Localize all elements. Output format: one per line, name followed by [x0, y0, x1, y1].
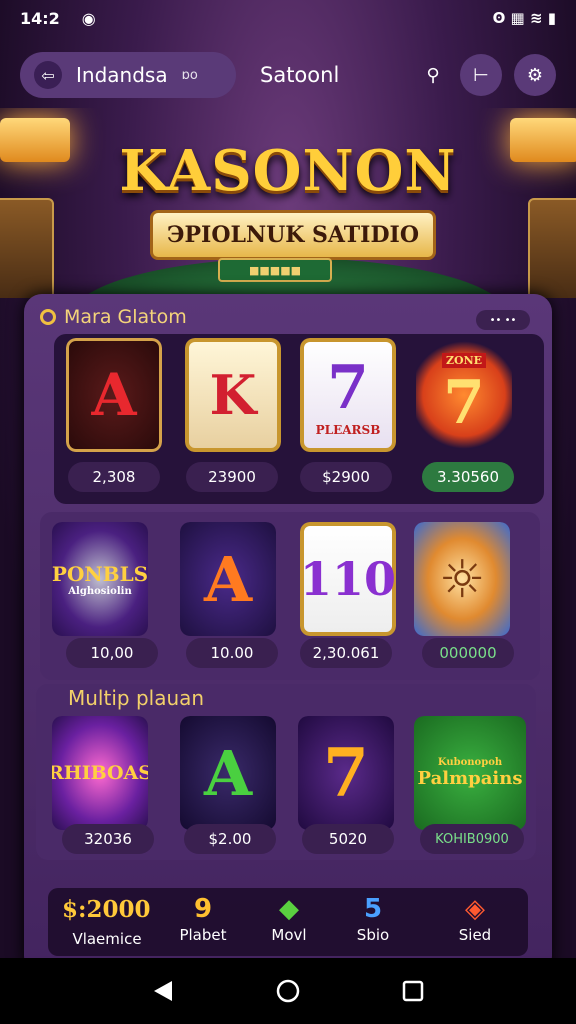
- tile-glyph: 110: [300, 522, 396, 636]
- notification-icon: ◉: [81, 8, 96, 28]
- tile-price: 10.00: [186, 638, 278, 668]
- home-icon[interactable]: [268, 971, 308, 1011]
- tile-glyph: A: [180, 716, 276, 830]
- menu-label: Indandsa: [76, 63, 168, 87]
- tile-glyph: Palmpains: [417, 768, 523, 789]
- game-tile-k[interactable]: K: [185, 338, 281, 452]
- page-indicator[interactable]: •• ••: [476, 310, 530, 330]
- tools-icon[interactable]: ⊢: [460, 54, 502, 96]
- tile-price: 2,30.061: [300, 638, 392, 668]
- tile-price: 2,308: [68, 462, 160, 492]
- key-icon[interactable]: ⚲: [418, 54, 448, 96]
- tile-glyph: PONBLS: [52, 561, 148, 586]
- nav-item-sied[interactable]: ◈ Sied: [430, 892, 520, 944]
- tile-caption: Kubonopoh: [437, 757, 503, 768]
- page-title: Satoonl: [260, 63, 340, 87]
- tile-price: $2.00: [184, 824, 276, 854]
- tile-price: KOHIB0900: [420, 824, 524, 854]
- section-title-2: Multip plauan: [68, 686, 205, 710]
- nav-item-plabet[interactable]: 9 Plabet: [158, 892, 248, 944]
- game-tile-a-green[interactable]: A: [180, 716, 276, 830]
- nine-icon: 9: [193, 894, 213, 924]
- game-tile-a-red[interactable]: A: [66, 338, 162, 452]
- fox-icon: ☼: [414, 522, 510, 636]
- casino-logo: KASONON: [119, 138, 457, 204]
- tile-glyph: A: [180, 522, 276, 636]
- shield-icon: ◆: [279, 894, 299, 924]
- nav-label: Sbio: [356, 926, 390, 944]
- balance-amount: $:2000: [62, 896, 151, 923]
- tile-caption: ZONE: [441, 352, 487, 368]
- tile-price: 5020: [302, 824, 394, 854]
- tile-caption: Alghosiolin: [68, 585, 132, 597]
- nav-label: Sied: [458, 926, 492, 944]
- tile-glyph: A: [66, 338, 162, 452]
- tile-glyph: K: [185, 338, 281, 452]
- back-arrow-icon: ⇦: [34, 61, 62, 89]
- game-tile-7-gold[interactable]: 7: [298, 716, 394, 830]
- recents-icon[interactable]: [393, 971, 433, 1011]
- tile-price: 3.30560: [422, 462, 514, 492]
- slot-machine-left: [0, 198, 54, 298]
- tile-price: 10,00: [66, 638, 158, 668]
- status-bar: 14:2 ◉ ʘ ▦ ≋ ▮: [0, 0, 576, 36]
- tile-price: 000000: [422, 638, 514, 668]
- section-title-1: Mara Glatom: [64, 306, 187, 328]
- nav-label: Vlaemice: [72, 930, 142, 948]
- nav-item-sbio[interactable]: 5 Sbio: [328, 892, 418, 944]
- tile-price: 32036: [62, 824, 154, 854]
- tile-caption: PLEARSB: [315, 423, 381, 437]
- nav-item-vlaemice[interactable]: Vlaemice: [62, 930, 152, 948]
- logo-subtitle: ЭPIOLNUK SATIDIO: [150, 210, 436, 260]
- lamp-left: [0, 118, 70, 162]
- dice-icon: 5: [363, 894, 383, 924]
- game-tile-110[interactable]: 110: [300, 522, 396, 636]
- section-header-1: Mara Glatom: [40, 306, 187, 328]
- lamp-right: [510, 118, 576, 162]
- badge-icon: ◈: [465, 894, 485, 924]
- tile-glyph: 7: [327, 353, 369, 423]
- back-icon[interactable]: [143, 971, 183, 1011]
- game-tile-a-orange[interactable]: A: [180, 522, 276, 636]
- system-nav-bar: [0, 958, 576, 1024]
- tile-glyph: 7: [298, 716, 394, 830]
- game-tile-fox[interactable]: ☼: [414, 522, 510, 636]
- tile-glyph: 7: [443, 367, 485, 438]
- section-dot-icon: [40, 309, 56, 325]
- status-time: 14:2: [20, 8, 60, 28]
- game-tile-7-purple[interactable]: 7 PLEARSB: [300, 338, 396, 452]
- nav-item-movl[interactable]: ◆ Movl: [244, 892, 334, 944]
- settings-icon[interactable]: ⚙: [514, 54, 556, 96]
- slot-machine-right: [528, 198, 576, 298]
- game-tile-ponbls[interactable]: PONBLS Alghosiolin: [52, 522, 148, 636]
- app-bar: ⇦ Indandsa ɒo Satoonl ⚲ ⊢ ⚙: [20, 50, 556, 100]
- menu-button[interactable]: ⇦ Indandsa ɒo: [20, 52, 236, 98]
- tile-glyph: RHIBOAS: [52, 716, 148, 830]
- table-label: ■■■■■: [218, 258, 332, 282]
- menu-suffix: ɒo: [181, 67, 198, 83]
- hero-banner: KASONON ЭPIOLNUK SATIDIO ■■■■■: [0, 108, 576, 298]
- game-tile-7-zone[interactable]: ZONE 7: [416, 338, 512, 452]
- tile-price: $2900: [300, 462, 392, 492]
- status-icons: ʘ ▦ ≋ ▮: [492, 9, 556, 27]
- nav-label: Movl: [271, 926, 307, 944]
- game-tile-palmpains[interactable]: Kubonopoh Palmpains: [414, 716, 526, 830]
- game-tile-rhiboas[interactable]: RHIBOAS: [52, 716, 148, 830]
- nav-label: Plabet: [179, 926, 227, 944]
- tile-price: 23900: [186, 462, 278, 492]
